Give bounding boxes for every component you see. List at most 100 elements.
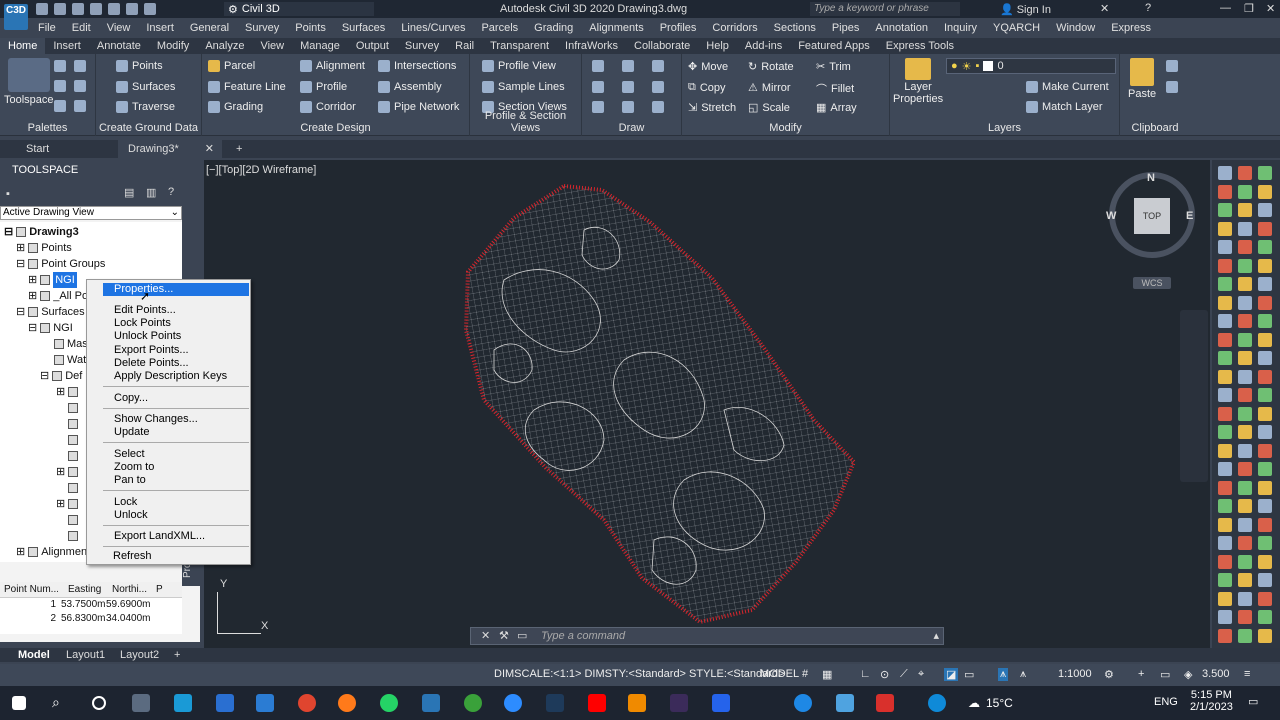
match-layer-button[interactable]: Match Layer <box>1026 101 1103 113</box>
toolbar-tool-icon[interactable] <box>1258 332 1272 347</box>
tree-item-definition[interactable]: ⊟ Def <box>40 368 82 384</box>
menu-points[interactable]: Points <box>287 22 334 34</box>
menu-general[interactable]: General <box>182 22 237 34</box>
menu-lines-curves[interactable]: Lines/Curves <box>393 22 473 34</box>
toolbar-tool-icon[interactable] <box>1238 221 1252 236</box>
toolbar-tool-icon[interactable] <box>1258 610 1272 624</box>
tab-express-tools[interactable]: Express Tools <box>878 38 962 54</box>
toolbar-tool-icon[interactable] <box>1218 351 1232 365</box>
isolate-icon[interactable]: ▭ <box>1160 668 1170 681</box>
menu-corridors[interactable]: Corridors <box>704 22 765 34</box>
mirror-button[interactable]: ⚠ Mirror <box>748 81 791 95</box>
toolbar-tool-icon[interactable] <box>1238 443 1252 458</box>
layers-title[interactable]: Layers <box>890 122 1119 134</box>
ellipse-icon[interactable] <box>622 101 634 113</box>
toolbar-tool-icon[interactable] <box>1218 573 1232 587</box>
feature-line-button[interactable]: Feature Line <box>208 81 286 93</box>
menu-item-zoom-to[interactable]: Zoom to <box>114 461 154 474</box>
intersections-button[interactable]: Intersections <box>378 60 456 72</box>
menu-item-update[interactable]: Update <box>114 426 149 439</box>
toolbar-tool-icon[interactable] <box>1218 499 1232 513</box>
tree-item-ngi-group[interactable]: ⊞ NGI <box>28 272 77 288</box>
toolbar-tool-icon[interactable] <box>1218 388 1232 402</box>
toolbar-tool-icon[interactable] <box>1238 499 1252 513</box>
viewport-controls[interactable]: [−][Top][2D Wireframe] <box>206 164 316 176</box>
polyline-icon[interactable] <box>622 60 634 72</box>
parcel-button[interactable]: Parcel <box>208 60 255 72</box>
tree-item-drawing[interactable]: ⊟ Drawing3 <box>4 224 79 240</box>
arc-icon[interactable] <box>652 60 664 72</box>
toolbar-tool-icon[interactable] <box>1238 203 1252 217</box>
toolbar-tool-icon[interactable] <box>1258 628 1272 643</box>
menu-item-apply-description-keys[interactable]: Apply Description Keys <box>114 370 227 383</box>
toolbar-tool-icon[interactable] <box>1238 573 1252 587</box>
polar-icon[interactable]: ⊙ <box>880 668 889 681</box>
tree-item-point-groups[interactable]: ⊟ Point Groups <box>16 256 105 272</box>
toolbar-tool-icon[interactable] <box>1258 480 1272 495</box>
make-current-button[interactable]: Make Current <box>1026 81 1109 93</box>
create-ground-data-title[interactable]: Create Ground Data <box>96 122 201 134</box>
menu-annotation[interactable]: Annotation <box>867 22 936 34</box>
assembly-button[interactable]: Assembly <box>378 81 442 93</box>
toolbar-tool-icon[interactable] <box>1218 406 1232 421</box>
toolbar-tool-icon[interactable] <box>1258 591 1272 606</box>
compass-north[interactable]: N <box>1147 172 1155 184</box>
grid-header[interactable]: P <box>150 582 170 597</box>
otrack-icon[interactable]: ◪ <box>944 668 959 681</box>
toolbar-tool-icon[interactable] <box>1218 536 1232 550</box>
grid-header[interactable]: Point Num... <box>0 582 58 597</box>
toolbar-tool-icon[interactable] <box>1218 277 1232 291</box>
toolbar-tool-icon[interactable] <box>1238 406 1252 421</box>
menu-item-lock[interactable]: Lock <box>114 496 137 509</box>
circle-icon[interactable] <box>592 81 604 93</box>
start-tab[interactable]: Start <box>16 140 59 158</box>
toolbar-tool-icon[interactable] <box>1218 258 1232 273</box>
toolbar-tool-icon[interactable] <box>1258 388 1272 402</box>
menu-item-export-landxml[interactable]: Export LandXML... <box>114 530 205 543</box>
toolbar-tool-icon[interactable] <box>1238 240 1252 254</box>
spline-icon[interactable] <box>592 101 604 113</box>
menu-parcels[interactable]: Parcels <box>473 22 526 34</box>
toolbar-tool-icon[interactable] <box>1258 166 1272 180</box>
grading-button[interactable]: Grading <box>208 101 263 113</box>
table-row[interactable]: 1 53.7500m 59.6900m <box>0 598 182 612</box>
temperature[interactable]: 15°C <box>986 696 1013 710</box>
osnap-icon[interactable]: ⌖ <box>918 668 924 681</box>
print-icon[interactable] <box>108 3 120 15</box>
points-button[interactable]: Points <box>116 60 163 72</box>
survey-icon[interactable] <box>54 80 66 92</box>
tool-palettes-icon[interactable] <box>74 100 86 112</box>
tree-item-all-points[interactable]: ⊞ _All Po <box>28 288 88 304</box>
drawing-tab[interactable]: Drawing3* ✕ <box>118 140 222 158</box>
menu-surfaces[interactable]: Surfaces <box>334 22 393 34</box>
close-tab-icon[interactable]: ✕ <box>205 140 214 158</box>
toolbar-tool-icon[interactable] <box>1218 462 1232 476</box>
tree-item-def-child[interactable] <box>68 512 78 528</box>
undo-icon[interactable] <box>126 3 138 15</box>
rotate-button[interactable]: ↻ Rotate <box>748 60 794 74</box>
corridor-button[interactable]: Corridor <box>300 101 356 113</box>
menu-item-properties[interactable]: Properties... <box>103 283 249 296</box>
menu-file[interactable]: File <box>30 22 64 34</box>
layer-dropdown[interactable]: ● ☀ ▪ 0 <box>946 58 1116 74</box>
cut-icon[interactable] <box>1166 60 1178 72</box>
maximize-icon[interactable]: ❐ <box>1244 2 1254 15</box>
plus-icon[interactable]: + <box>1138 668 1144 680</box>
help-toolspace-icon[interactable]: ? <box>168 186 174 198</box>
youtube-icon[interactable] <box>588 694 606 712</box>
menu-sections[interactable]: Sections <box>766 22 824 34</box>
model-space-toggle[interactable]: MODEL <box>760 668 799 680</box>
workspace-gear-icon[interactable]: ⚙ <box>1104 668 1114 681</box>
layout1-tab[interactable]: Layout1 <box>66 648 105 662</box>
lineweight-icon[interactable]: ▭ <box>964 668 974 681</box>
toolbar-tool-icon[interactable] <box>1238 388 1252 402</box>
toolbar-tool-icon[interactable] <box>1258 536 1272 550</box>
workspace-dropdown[interactable]: ⚙ Civil 3D <box>224 2 374 16</box>
navigation-bar[interactable] <box>1180 310 1208 482</box>
grid-icon[interactable]: # <box>802 668 808 680</box>
modify-title[interactable]: Modify <box>682 122 889 134</box>
windows-start-icon[interactable] <box>12 696 26 710</box>
copy-button[interactable]: ⧉ Copy <box>688 81 726 94</box>
save-icon[interactable] <box>72 3 84 15</box>
toolbar-tool-icon[interactable] <box>1258 425 1272 439</box>
